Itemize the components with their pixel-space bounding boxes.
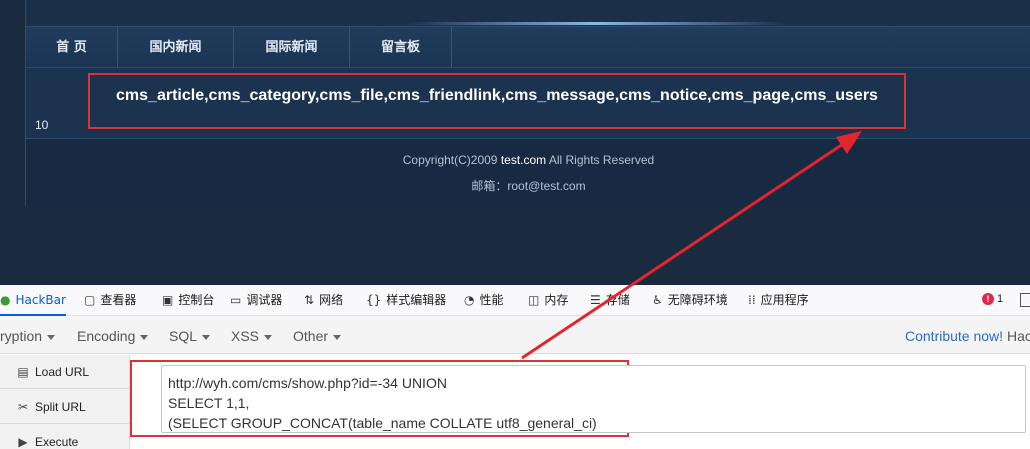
menu-label: SQL [169, 328, 198, 344]
tab-accessibility[interactable]: ♿ 无障碍环境 [652, 285, 728, 316]
split-url-button[interactable]: ✂ Split URL [0, 390, 130, 424]
storage-icon: ☰ [590, 293, 601, 307]
tab-label: 样式编辑器 [386, 293, 447, 307]
tab-application[interactable]: ⁞⁞ 应用程序 [748, 285, 809, 316]
hackbar-menu-bar: ryption Encoding SQL XSS Other Contribut… [0, 316, 1030, 354]
url-line-2: SELECT 1,1, [168, 395, 250, 411]
nav-international-news[interactable]: 国际新闻 [234, 27, 350, 69]
network-icon: ⇅ [304, 293, 315, 307]
result-highlight-box: cms_article,cms_category,cms_file,cms_fr… [88, 73, 906, 129]
tab-label: 调试器 [246, 293, 283, 307]
footer-email: 邮箱：root@test.com [26, 177, 1030, 194]
site-header-bar [26, 0, 1030, 25]
hackbar-icon: ● [0, 293, 11, 307]
menu-label: Encoding [77, 328, 136, 344]
chevron-down-icon [333, 334, 342, 340]
copyright-text: Copyright(C)2009 test.com All Rights Res… [26, 153, 1030, 167]
nav-message-board[interactable]: 留言板 [350, 27, 452, 69]
website-viewport: 首 页 国内新闻 国际新闻 留言板 10 Copyright(C)2009 te… [0, 0, 1030, 285]
email-label: 邮箱： [471, 179, 508, 193]
email-address: root@test.com [507, 179, 586, 193]
tab-performance[interactable]: ◔ 性能 [464, 285, 504, 316]
copyright-domain: test.com [500, 153, 547, 167]
injection-result-text: cms_article,cms_category,cms_file,cms_fr… [116, 87, 878, 104]
menu-label: Other [293, 328, 329, 344]
load-url-icon: ▤ [17, 365, 29, 379]
site-nav: 首 页 国内新闻 国际新闻 留言板 [26, 26, 1030, 69]
url-textarea[interactable]: http://wyh.com/cms/show.php?id=-34 UNION… [161, 365, 1026, 433]
menu-encoding[interactable]: Encoding [77, 316, 149, 354]
error-icon: ! [982, 293, 994, 305]
menu-label: XSS [231, 328, 260, 344]
copyright-prefix: Copyright(C)2009 [402, 153, 501, 167]
page-count: 10 [35, 118, 49, 132]
console-icon: ▣ [162, 293, 174, 307]
tab-debugger[interactable]: ▭ 调试器 [230, 285, 282, 316]
memory-icon: ◫ [528, 293, 540, 307]
tab-label: 内存 [544, 293, 569, 307]
nav-domestic-news[interactable]: 国内新闻 [118, 27, 234, 69]
tab-label: 查看器 [100, 293, 137, 307]
execute-icon: ▶ [18, 435, 28, 449]
tab-label: 性能 [479, 293, 504, 307]
menu-label: ryption [0, 328, 43, 344]
application-icon: ⁞⁞ [748, 293, 756, 307]
copyright-suffix: All Rights Reserved [546, 153, 655, 167]
tab-label: 控制台 [178, 293, 215, 307]
button-label: Load URL [35, 365, 90, 379]
menu-sql[interactable]: SQL [169, 316, 211, 354]
tab-inspector[interactable]: ▢ 查看器 [84, 285, 136, 316]
chevron-down-icon [264, 334, 273, 340]
error-counter[interactable]: ! 1 [982, 293, 1003, 305]
tab-storage[interactable]: ☰ 存储 [590, 285, 630, 316]
tab-console[interactable]: ▣ 控制台 [162, 285, 214, 316]
tab-label: HackBar [15, 293, 66, 307]
chevron-down-icon [202, 334, 211, 340]
header-glow [406, 22, 786, 25]
load-url-button[interactable]: ▤ Load URL [0, 355, 130, 389]
tab-network[interactable]: ⇅ 网络 [304, 285, 343, 316]
inspector-icon: ▢ [84, 293, 96, 307]
button-label: Split URL [35, 400, 86, 414]
contribute-label: Contribute now! [905, 328, 1004, 344]
tab-hackbar[interactable]: ● HackBar [0, 285, 66, 316]
contribute-link[interactable]: Contribute now! Hac [905, 316, 1030, 354]
tab-label: 无障碍环境 [667, 293, 728, 307]
tab-style-editor[interactable]: {} 样式编辑器 [366, 285, 446, 316]
devtools-tab-bar: ● HackBar ▢ 查看器 ▣ 控制台 ▭ 调试器 ⇅ 网络 {} 样式编辑器 ◔ 性能 … [0, 285, 1030, 316]
performance-icon: ◔ [464, 293, 475, 307]
tab-label: 网络 [319, 293, 344, 307]
menu-encryption[interactable]: ryption [0, 316, 56, 354]
chevron-down-icon [140, 334, 149, 340]
execute-button[interactable]: ▶ Execute [0, 425, 130, 449]
error-count: 1 [997, 293, 1004, 305]
url-line-3: (SELECT GROUP_CONCAT(table_name COLLATE … [168, 415, 597, 431]
hackbar-sidebar: ▤ Load URL ✂ Split URL ▶ Execute [0, 355, 130, 449]
accessibility-icon: ♿ [652, 293, 663, 307]
nav-home[interactable]: 首 页 [26, 27, 118, 69]
contribute-tail: Hac [1003, 328, 1030, 344]
tab-memory[interactable]: ◫ 内存 [528, 285, 568, 316]
tab-label: 存储 [605, 293, 630, 307]
menu-other[interactable]: Other [293, 316, 342, 354]
split-url-icon: ✂ [17, 400, 29, 414]
site-footer: Copyright(C)2009 test.com All Rights Res… [26, 138, 1030, 206]
chevron-down-icon [47, 334, 56, 340]
button-label: Execute [35, 435, 79, 449]
style-editor-icon: {} [366, 293, 382, 307]
url-line-1: http://wyh.com/cms/show.php?id=-34 UNION [168, 375, 447, 391]
dock-options-icon[interactable] [1020, 293, 1030, 307]
tab-label: 应用程序 [760, 293, 809, 307]
devtools-panel: ● HackBar ▢ 查看器 ▣ 控制台 ▭ 调试器 ⇅ 网络 {} 样式编辑器 ◔ 性能 … [0, 285, 1030, 449]
debugger-icon: ▭ [230, 293, 242, 307]
menu-xss[interactable]: XSS [231, 316, 273, 354]
